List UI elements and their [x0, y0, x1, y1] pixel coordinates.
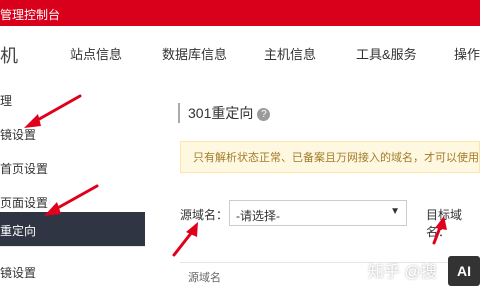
select-value: -请选择- [236, 209, 280, 223]
sidebar-item-manage[interactable]: 理 [0, 82, 145, 116]
help-icon[interactable]: ? [257, 107, 271, 121]
nav-left-label: 机 [0, 46, 18, 66]
sidebar-item-label: 重定向 [0, 224, 37, 238]
console-title: 管理控制台 [0, 8, 61, 22]
sidebar-item-label: 理 [0, 94, 13, 108]
sidebar-divider [0, 246, 145, 247]
nav-item-operations[interactable]: 操作 [454, 44, 480, 63]
nav-item-host-info[interactable]: 主机信息 [264, 44, 316, 63]
nav-item-tools-services[interactable]: 工具&服务 [356, 44, 417, 63]
column-header-source-domain: 源域名 [188, 272, 221, 284]
nav-item-site-info[interactable]: 站点信息 [70, 44, 122, 63]
source-domain-label: 源域名： [180, 208, 229, 222]
sidebar-item-label: 镜设置 [0, 128, 37, 142]
ai-badge: AI [448, 256, 480, 286]
sidebar: 理 镜设置 首页设置 页面设置 重定向 镜设置 [0, 78, 146, 300]
sidebar-item-redirect[interactable]: 重定向 [0, 212, 145, 246]
sidebar-item-label: 页面设置 [0, 196, 49, 210]
page-title: 301重定向? [178, 103, 271, 123]
main-nav: 机 站点信息 数据库信息 主机信息 工具&服务 操作 [0, 26, 480, 79]
watermark: 知乎 @搜 [368, 264, 437, 281]
sidebar-item-mirror-settings[interactable]: 镜设置 [0, 116, 145, 150]
top-bar: 管理控制台 [0, 0, 480, 26]
notice-banner: 只有解析状态正常、已备案且万网接入的域名，才可以使用此 [180, 141, 480, 173]
page-title-text: 301重定向 [188, 105, 254, 121]
chevron-down-icon: ▼ [390, 206, 400, 217]
nav-item-database-info[interactable]: 数据库信息 [162, 44, 227, 63]
sidebar-item-mirror-settings-2[interactable]: 镜设置 [0, 254, 145, 288]
sidebar-item-homepage-settings[interactable]: 首页设置 [0, 150, 145, 184]
sidebar-item-label: 镜设置 [0, 266, 37, 280]
sidebar-item-label: 首页设置 [0, 162, 49, 176]
target-domain-label: 目标域名： [426, 208, 463, 239]
source-domain-select[interactable]: -请选择- ▼ [229, 200, 407, 226]
